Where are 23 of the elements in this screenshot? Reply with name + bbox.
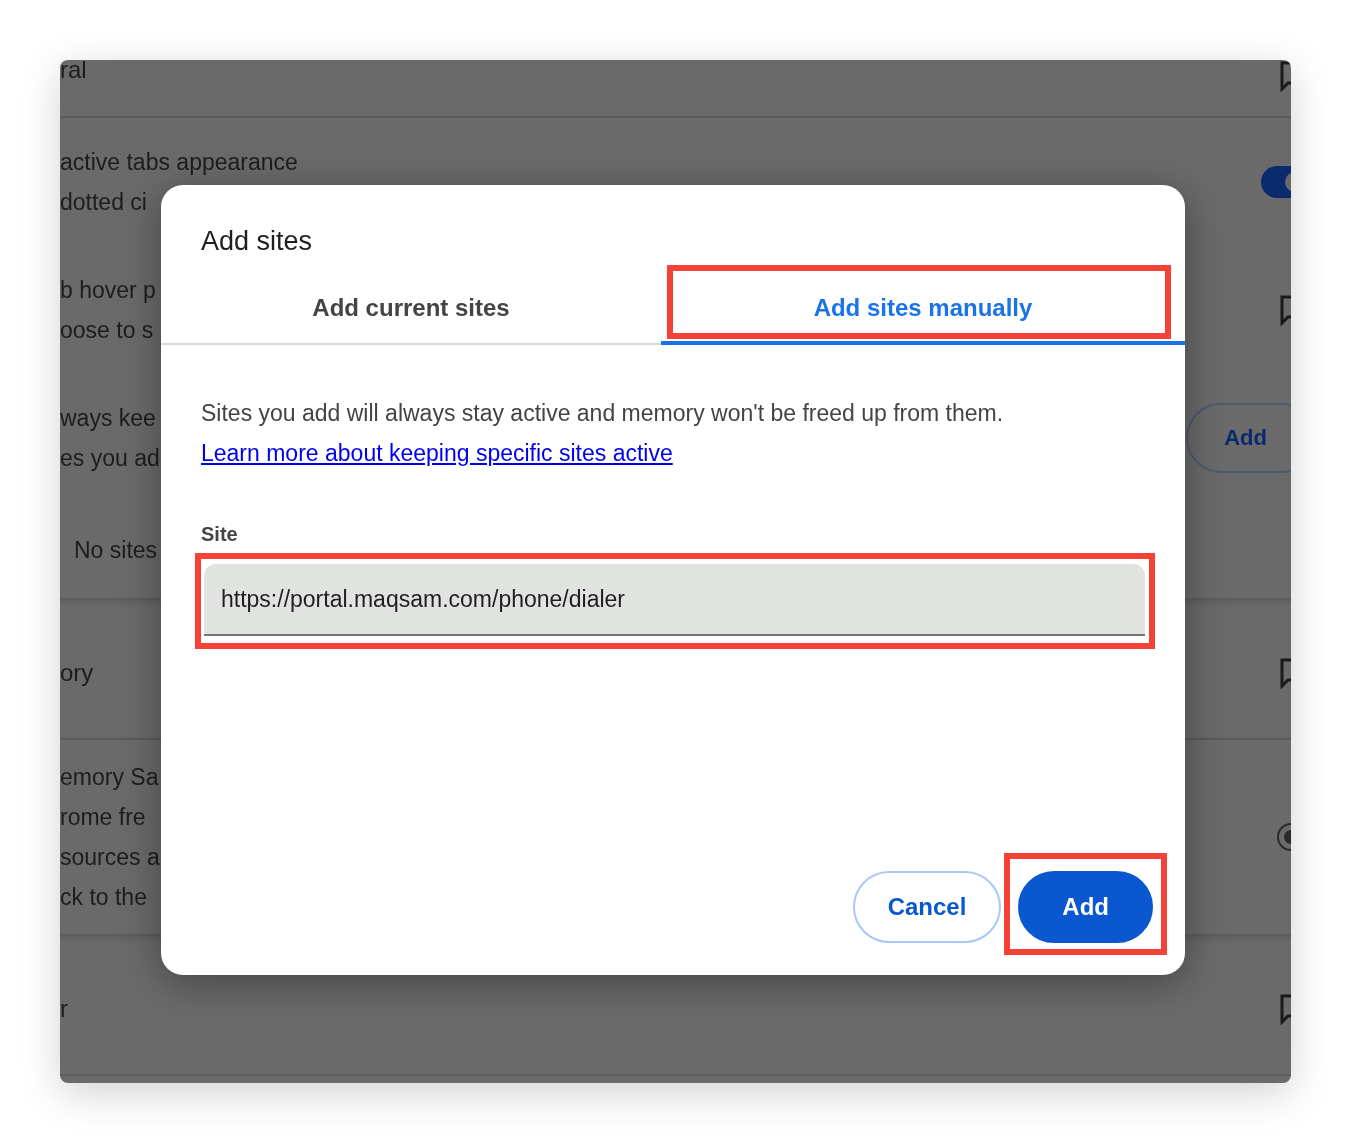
setting-text: oose to s: [60, 317, 155, 343]
section-title: ory: [60, 659, 94, 687]
add-button[interactable]: Add: [1018, 871, 1153, 943]
setting-text: sources a: [60, 844, 160, 870]
setting-text: emory Sa: [60, 764, 160, 790]
setting-text: ck to the: [60, 884, 148, 910]
setting-text: No sites: [74, 537, 158, 563]
field-label: Site: [201, 523, 238, 546]
setting-text: dotted ci: [60, 189, 148, 215]
learn-more-link[interactable]: Learn more about keeping specific sites active: [201, 433, 673, 473]
dialog-title: Add sites: [200, 225, 314, 257]
cancel-button[interactable]: Cancel: [852, 871, 1002, 943]
tab[interactable]: Add sites manually: [661, 275, 1185, 345]
setting-text: active tabs appearance: [60, 149, 298, 175]
tab[interactable]: Add current sites: [161, 275, 661, 345]
setting-text: rome fre: [60, 804, 147, 830]
setting-text: b hover p: [60, 277, 156, 303]
setting-text: es you ad: [60, 445, 160, 471]
setting-text: ways kee: [60, 405, 157, 431]
description-text: Sites you add will always stay active and memory won't be freed up from them.: [201, 399, 1005, 428]
site-input-field[interactable]: https://portal.maqsam.com/phone/dialer: [204, 564, 1145, 636]
section-title: r: [60, 995, 68, 1023]
section-title: ral: [60, 60, 87, 84]
